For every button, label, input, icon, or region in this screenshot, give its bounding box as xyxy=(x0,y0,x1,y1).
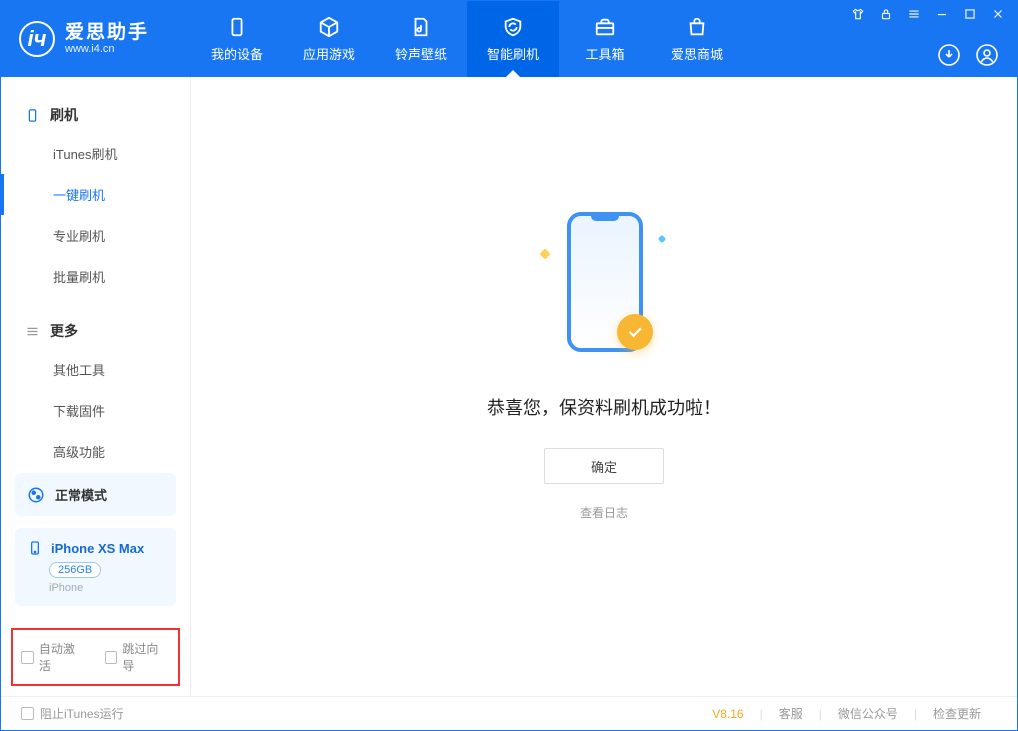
lock-icon[interactable] xyxy=(879,7,893,21)
device-icon xyxy=(25,108,40,123)
sparkle-icon xyxy=(539,248,550,259)
title-bar: iч 爱思助手 www.i4.cn 我的设备 应用游戏 铃声壁纸 智能刷机 工具… xyxy=(1,1,1017,77)
sidebar-footer: 正常模式 iPhone XS Max 256GB iPhone 自动激活 跳过向… xyxy=(1,461,190,696)
sidebar-item-oneclick-flash[interactable]: 一键刷机 xyxy=(1,174,190,215)
sparkle-icon xyxy=(658,235,666,243)
checkbox-block-itunes[interactable]: 阻止iTunes运行 xyxy=(21,705,124,722)
sidebar-item-other-tools[interactable]: 其他工具 xyxy=(1,349,190,390)
phone-notch-icon xyxy=(591,215,619,221)
tab-label: 应用游戏 xyxy=(303,44,355,63)
app-name: 爱思助手 xyxy=(65,23,149,43)
tab-ringtones[interactable]: 铃声壁纸 xyxy=(375,1,467,77)
checkbox-icon xyxy=(21,707,34,720)
window-controls xyxy=(851,7,1005,21)
checkbox-icon xyxy=(105,651,118,664)
success-message: 恭喜您，保资料刷机成功啦！ xyxy=(487,394,721,420)
device-name: iPhone XS Max xyxy=(51,541,144,556)
highlighted-options: 自动激活 跳过向导 xyxy=(11,628,180,686)
sidebar-item-advanced[interactable]: 高级功能 xyxy=(1,431,190,461)
phone-icon xyxy=(226,16,248,38)
maximize-icon[interactable] xyxy=(963,7,977,21)
toolbox-icon xyxy=(594,16,616,38)
device-card[interactable]: iPhone XS Max 256GB iPhone xyxy=(15,528,176,606)
sidebar-item-batch-flash[interactable]: 批量刷机 xyxy=(1,256,190,297)
download-icon[interactable] xyxy=(937,43,961,67)
sidebar-item-pro-flash[interactable]: 专业刷机 xyxy=(1,215,190,256)
tab-label: 爱思商城 xyxy=(671,44,723,63)
status-bar: 阻止iTunes运行 V8.16 | 客服 | 微信公众号 | 检查更新 xyxy=(1,696,1017,730)
success-illustration xyxy=(539,202,669,372)
support-link[interactable]: 客服 xyxy=(763,705,819,722)
device-capacity: 256GB xyxy=(49,562,101,578)
tab-label: 我的设备 xyxy=(211,44,263,63)
phone-small-icon xyxy=(27,540,43,556)
tab-apps-games[interactable]: 应用游戏 xyxy=(283,1,375,77)
close-icon[interactable] xyxy=(991,7,1005,21)
main-content: 恭喜您，保资料刷机成功啦！ 确定 查看日志 xyxy=(191,77,1017,696)
sidebar-group-more: 更多 xyxy=(1,313,190,349)
tab-my-device[interactable]: 我的设备 xyxy=(191,1,283,77)
sidebar-item-download-firmware[interactable]: 下载固件 xyxy=(1,390,190,431)
tab-toolbox[interactable]: 工具箱 xyxy=(559,1,651,77)
logo-icon: iч xyxy=(19,21,55,57)
user-icon[interactable] xyxy=(975,43,999,67)
check-update-link[interactable]: 检查更新 xyxy=(917,705,997,722)
app-logo: iч 爱思助手 www.i4.cn xyxy=(1,21,191,57)
version-label: V8.16 xyxy=(696,707,759,721)
view-log-link[interactable]: 查看日志 xyxy=(580,504,628,521)
tab-store[interactable]: 爱思商城 xyxy=(651,1,743,77)
mode-card[interactable]: 正常模式 xyxy=(15,473,176,516)
mode-label: 正常模式 xyxy=(55,485,107,504)
checkbox-auto-activate[interactable]: 自动激活 xyxy=(21,640,87,674)
header-actions xyxy=(937,43,1005,67)
check-badge-icon xyxy=(617,314,653,350)
tab-label: 智能刷机 xyxy=(487,44,539,63)
checkbox-icon xyxy=(21,651,34,664)
menu-icon[interactable] xyxy=(907,7,921,21)
music-file-icon xyxy=(410,16,432,38)
list-icon xyxy=(25,324,40,339)
sidebar-group-flash: 刷机 xyxy=(1,97,190,133)
sidebar-item-itunes-flash[interactable]: iTunes刷机 xyxy=(1,133,190,174)
tab-label: 工具箱 xyxy=(585,44,624,63)
checkbox-skip-guide[interactable]: 跳过向导 xyxy=(105,640,171,674)
bag-icon xyxy=(686,16,708,38)
ok-button[interactable]: 确定 xyxy=(544,448,664,484)
device-type: iPhone xyxy=(49,582,164,594)
minimize-icon[interactable] xyxy=(935,7,949,21)
app-url: www.i4.cn xyxy=(65,43,149,55)
tab-label: 铃声壁纸 xyxy=(395,44,447,63)
cube-icon xyxy=(318,16,340,38)
shirt-icon[interactable] xyxy=(851,7,865,21)
tab-smart-flash[interactable]: 智能刷机 xyxy=(467,1,559,77)
refresh-shield-icon xyxy=(502,16,524,38)
main-nav: 我的设备 应用游戏 铃声壁纸 智能刷机 工具箱 爱思商城 xyxy=(191,1,743,77)
wechat-link[interactable]: 微信公众号 xyxy=(822,705,914,722)
mode-icon xyxy=(27,486,45,504)
sidebar: 刷机 iTunes刷机 一键刷机 专业刷机 批量刷机 更多 其他工具 下载固件 … xyxy=(1,77,191,696)
